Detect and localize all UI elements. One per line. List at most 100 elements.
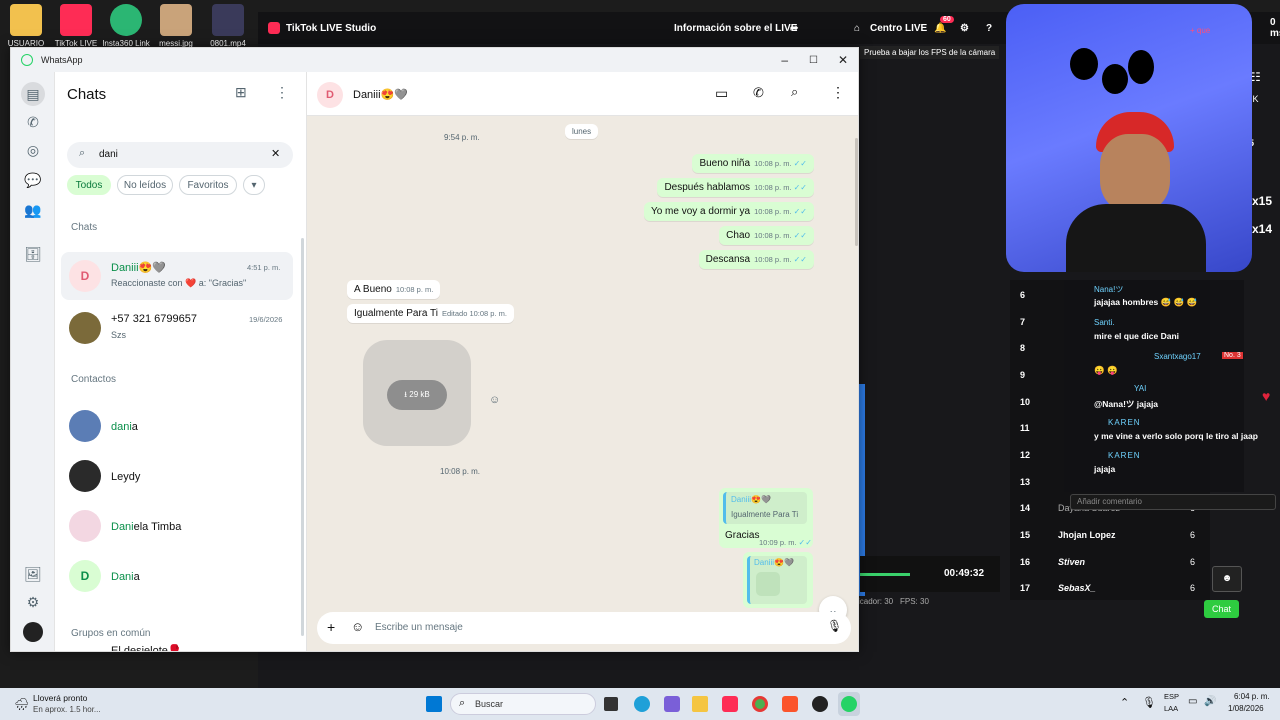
read-checks-icon: ✓✓ — [793, 183, 807, 192]
contact-avatar[interactable]: D — [317, 82, 343, 108]
filter-more-icon[interactable]: ▾ — [243, 175, 265, 195]
network-icon[interactable]: ▭ — [1188, 696, 1197, 707]
whatsapp-icon — [841, 696, 857, 712]
profile-avatar[interactable] — [23, 622, 43, 642]
live-timer: 00:49:32 — [944, 568, 985, 579]
desktop-icon-folder[interactable]: USUARIO — [2, 4, 50, 48]
desktop-icon-tiktok[interactable]: TikTok LIVE — [52, 4, 100, 48]
emoji-icon[interactable]: ☺ — [351, 619, 364, 634]
microphone-icon[interactable]: 🎙 — [827, 619, 842, 633]
share-icon[interactable]: ➦ — [790, 23, 798, 34]
volume-icon[interactable]: 🔊 — [1204, 696, 1216, 707]
section-contacts: Contactos — [71, 374, 117, 385]
desktop-icon-insta360[interactable]: Insta360 Link — [102, 4, 150, 48]
task-view-icon[interactable] — [604, 697, 618, 711]
add-comment-input[interactable]: Añadir comentario — [1070, 494, 1276, 510]
store-icon[interactable] — [664, 696, 680, 712]
rank-16: 16 — [1020, 557, 1031, 567]
archive-icon[interactable]: 🗄 — [23, 244, 43, 264]
contact-item[interactable]: Leydy — [61, 454, 293, 498]
obs-icon[interactable] — [812, 696, 828, 712]
filter-unread[interactable]: No leídos — [117, 175, 173, 195]
search-icon: ⌕ — [79, 147, 86, 159]
incoming-message: Igualmente Para Ti Editado 10:08 p. m. — [347, 304, 514, 323]
help-icon[interactable]: ? — [986, 23, 992, 34]
rank-17: 17 — [1020, 583, 1031, 593]
menu-icon[interactable]: ⋮ — [831, 84, 845, 101]
contact-item[interactable]: D Dania — [61, 554, 293, 598]
brave-icon[interactable] — [782, 696, 798, 712]
section-chats: Chats — [71, 222, 98, 233]
contact-item[interactable]: Daniela Timba — [61, 504, 293, 548]
calls-icon[interactable]: ✆ — [23, 112, 43, 132]
emoji-button[interactable]: ☻ — [1212, 566, 1242, 592]
react-emoji-icon[interactable]: ☺ — [489, 394, 500, 406]
status-icon[interactable]: ◎ — [23, 140, 43, 160]
maximize-icon[interactable]: ☐ — [809, 55, 818, 66]
chats-icon[interactable]: ▤ — [21, 82, 45, 106]
chrome-icon[interactable] — [752, 696, 768, 712]
attach-icon[interactable]: + — [327, 619, 335, 635]
clear-search-icon[interactable]: ✕ — [271, 147, 280, 160]
rank-13: 13 — [1020, 477, 1031, 487]
comment-user: KAREN — [1108, 451, 1141, 460]
minimize-icon[interactable]: – — [781, 53, 788, 67]
taskbar-search[interactable]: ⌕ Buscar — [450, 693, 596, 715]
conversation-scrollbar[interactable] — [855, 138, 858, 246]
chat-button[interactable]: Chat — [1204, 600, 1240, 618]
read-checks-icon: ✓✓ — [793, 159, 807, 168]
quoted-name: Daniii😍🩶 — [731, 495, 771, 504]
desktop-icon-video[interactable]: 0801.mp4 — [204, 4, 252, 48]
search-input[interactable]: ⌕ dani ✕ — [67, 142, 293, 168]
chat-time: 4:51 p. m. — [247, 263, 281, 272]
microphone-icon[interactable]: 🎙 — [1142, 696, 1156, 709]
fps-label: FPS: 30 — [900, 597, 929, 606]
desktop-icon-image[interactable]: messi.jpg — [152, 4, 200, 48]
chat-item-phone[interactable]: +57 321 6799657 Szs 19/6/2026 — [61, 304, 293, 352]
video-file-icon — [212, 4, 244, 36]
whatsapp-taskbar-button[interactable] — [838, 692, 860, 716]
bell-icon[interactable]: 🔔 — [934, 23, 946, 34]
language-code[interactable]: ESP — [1164, 692, 1179, 701]
avatar: D — [69, 560, 101, 592]
search-icon[interactable]: ⌕ — [791, 84, 798, 100]
whatsapp-titlebar: WhatsApp – ☐ ✕ — [11, 48, 858, 72]
voice-call-icon[interactable]: ✆ — [753, 85, 764, 101]
menu-icon[interactable]: ⋮ — [275, 84, 289, 101]
read-checks-icon: ✓✓ — [798, 538, 812, 547]
chat-item-daniii[interactable]: D Daniii😍🩶 Reaccionaste con ❤️ a: "Graci… — [61, 252, 293, 300]
weather-icon[interactable]: 🌧 — [14, 697, 29, 711]
contact-name[interactable]: Daniii😍🩶 — [353, 88, 408, 101]
channels-icon[interactable]: 💬 — [23, 170, 43, 190]
media-icon[interactable]: 🖼 — [23, 564, 43, 584]
tiktok-icon[interactable] — [722, 696, 738, 712]
video-call-icon[interactable]: ▭ — [715, 85, 728, 102]
close-icon[interactable]: ✕ — [838, 53, 848, 67]
message-input[interactable]: Escribe un mensaje — [375, 622, 463, 633]
edge-icon[interactable] — [634, 696, 650, 712]
group-name[interactable]: El desjelote🥊 — [111, 644, 182, 651]
filter-all[interactable]: Todos — [67, 175, 111, 195]
settings-icon[interactable]: ⚙ — [23, 592, 43, 612]
file-explorer-icon[interactable] — [692, 696, 708, 712]
search-placeholder: Buscar — [475, 699, 504, 709]
quoted-message[interactable]: Daniii😍🩶 — [747, 556, 807, 604]
time-separator: 10:08 p. m. — [440, 467, 481, 476]
windows-start-icon[interactable] — [426, 696, 442, 712]
clock-time[interactable]: 6:04 p. m. — [1234, 692, 1270, 701]
rank-badge: No. 3 — [1222, 352, 1243, 359]
live-center-link[interactable]: Centro LIVE — [870, 23, 927, 34]
quoted-message[interactable]: Daniii😍🩶 Igualmente Para Ti — [723, 492, 807, 524]
new-chat-icon[interactable]: ⊞ — [235, 84, 247, 101]
sidebar-scrollbar[interactable] — [301, 238, 304, 636]
weather-title[interactable]: Lloverá pronto — [33, 693, 87, 703]
chevron-up-icon[interactable]: ⌃ — [1120, 696, 1129, 709]
contact-item[interactable]: dania — [61, 404, 293, 448]
filter-favorites[interactable]: Favoritos — [179, 175, 237, 195]
media-message[interactable]: ⭳ 29 kB — [363, 340, 471, 446]
gear-icon[interactable]: ⚙ — [960, 23, 969, 34]
download-button[interactable]: ⭳ 29 kB — [387, 380, 447, 410]
incoming-message: A Bueno 10:08 p. m. — [347, 280, 441, 299]
live-info-link[interactable]: Información sobre el LIVE — [674, 23, 797, 34]
communities-icon[interactable]: 👥 — [23, 200, 43, 220]
